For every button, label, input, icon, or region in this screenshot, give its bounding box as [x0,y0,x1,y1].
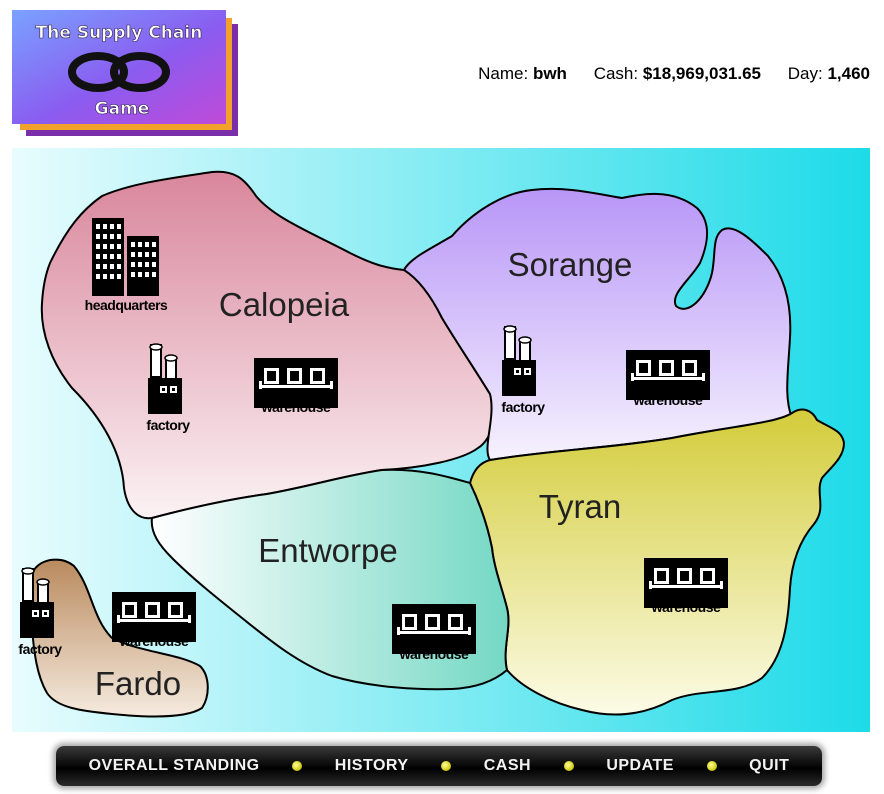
warehouse-fardo[interactable]: warehouse [112,592,196,649]
day-value: 1,460 [827,64,870,83]
nav-separator-dot-icon [441,761,452,771]
cash-value: $18,969,031.65 [642,64,762,83]
nav-separator-dot-icon [706,761,717,771]
cash-label: Cash: [593,64,639,83]
nav-cash[interactable]: CASH [484,757,531,775]
warehouse-label: warehouse [119,633,189,649]
warehouse-label: warehouse [651,599,721,615]
warehouse-sorange[interactable]: warehouse [626,350,710,408]
name-value: bwh [532,64,567,83]
nav-overall-standing[interactable]: OVERALL STANDING [89,757,260,775]
warehouse-calopeia[interactable]: warehouse [254,358,338,415]
nav-update[interactable]: UPDATE [606,757,674,775]
cash-field: Cash: $18,969,031.65 [594,64,761,83]
main-nav-bar: OVERALL STANDING HISTORY CASH UPDATE QUI… [56,746,822,786]
region-name-entworpe: Entworpe [258,532,397,569]
region-name-fardo: Fardo [95,665,181,702]
warehouse-label: warehouse [633,392,703,408]
nav-quit[interactable]: QUIT [749,757,789,775]
nav-separator-dot-icon [563,761,574,771]
day-field: Day: 1,460 [788,64,870,83]
game-logo: The Supply Chain Game [12,10,242,140]
logo-subtitle: Game [95,99,150,119]
region-name-calopeia: Calopeia [219,286,350,323]
warehouse-entworpe[interactable]: warehouse [392,604,476,662]
name-field: Name: bwh [478,64,567,83]
nav-separator-dot-icon [292,761,303,771]
nav-history[interactable]: HISTORY [335,757,409,775]
logo-title: The Supply Chain [36,23,203,43]
factory-label: factory [146,417,190,433]
factory-label: factory [18,641,62,657]
world-map: Calopeia Sorange Tyran Entworpe Fardo he… [12,148,870,732]
region-name-tyran: Tyran [539,488,622,525]
name-label: Name: [478,64,529,83]
warehouse-label: warehouse [399,646,469,662]
day-label: Day: [787,64,823,83]
factory-label: factory [501,399,545,415]
headquarters-label: headquarters [85,297,168,313]
warehouse-label: warehouse [261,399,331,415]
region-name-sorange: Sorange [508,246,633,283]
player-status: Name: bwh Cash: $18,969,031.65 Day: 1,46… [478,64,870,84]
warehouse-tyran[interactable]: warehouse [644,558,728,615]
